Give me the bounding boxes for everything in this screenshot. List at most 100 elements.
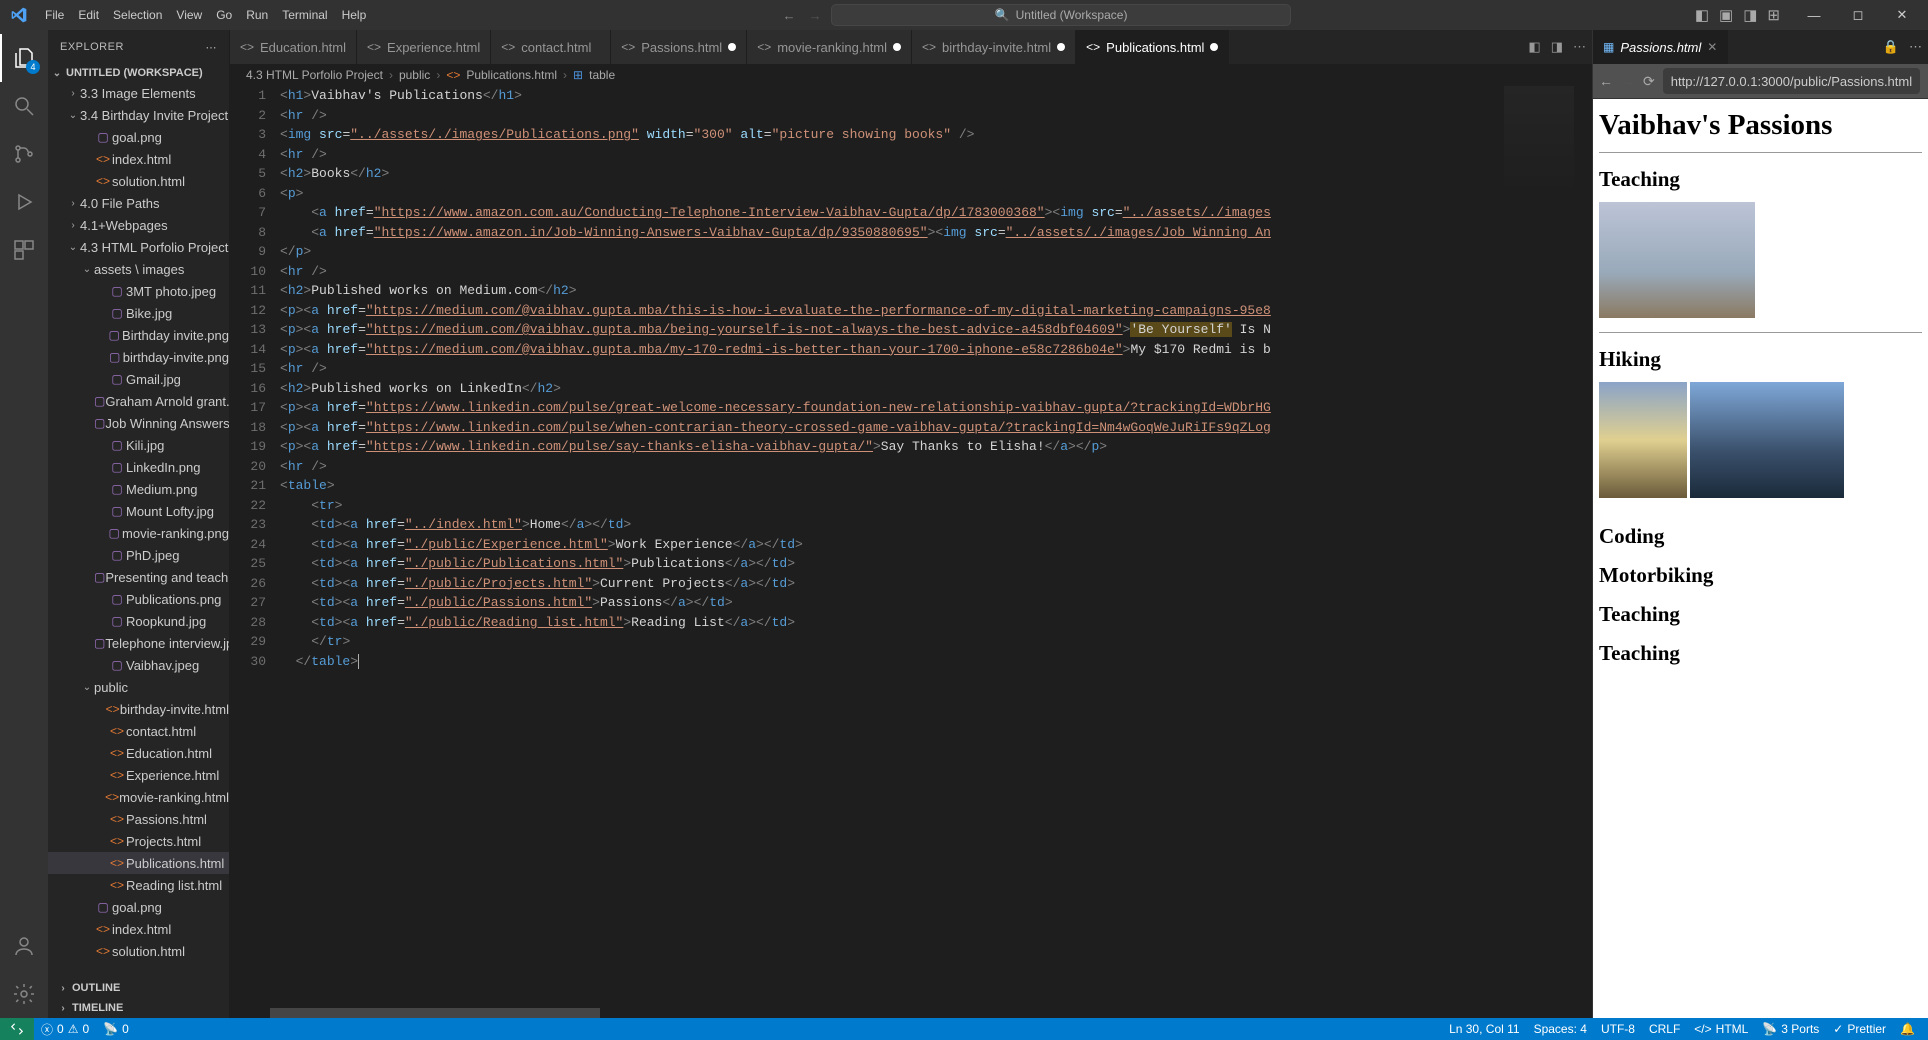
editor-tab[interactable]: <>Publications.html bbox=[1076, 30, 1229, 64]
preview-body[interactable]: Vaibhav's Passions Teaching Hiking Codin… bbox=[1593, 99, 1928, 1018]
file-item[interactable]: ▢Gmail.jpg bbox=[48, 368, 229, 390]
preview-more-icon[interactable]: ⋯ bbox=[1909, 39, 1922, 55]
window-close-icon[interactable]: ✕ bbox=[1880, 0, 1924, 30]
file-item[interactable]: <>movie-ranking.html bbox=[48, 786, 229, 808]
close-icon[interactable]: ✕ bbox=[1707, 40, 1717, 54]
eol-status[interactable]: CRLF bbox=[1642, 1022, 1687, 1036]
file-item[interactable]: ▢Graham Arnold grant.jpeg bbox=[48, 390, 229, 412]
file-item[interactable]: <>contact.html bbox=[48, 720, 229, 742]
file-item[interactable]: ▢Presenting and teaching.jpeg bbox=[48, 566, 229, 588]
file-item[interactable]: ▢Medium.png bbox=[48, 478, 229, 500]
toggle-panel-icon[interactable]: ◧ bbox=[1695, 6, 1709, 24]
indentation-status[interactable]: Spaces: 4 bbox=[1527, 1022, 1594, 1036]
editor-more-icon[interactable]: ⋯ bbox=[1573, 39, 1586, 55]
file-item[interactable]: <>Passions.html bbox=[48, 808, 229, 830]
file-item[interactable]: <>Experience.html bbox=[48, 764, 229, 786]
horizontal-scrollbar[interactable] bbox=[270, 1008, 1592, 1018]
file-item[interactable]: <>birthday-invite.html bbox=[48, 698, 229, 720]
outline-section[interactable]: ›OUTLINE bbox=[48, 978, 229, 998]
lock-icon[interactable]: 🔒 bbox=[1883, 39, 1899, 55]
timeline-section[interactable]: ›TIMELINE bbox=[48, 998, 229, 1018]
file-item[interactable]: ▢PhD.jpeg bbox=[48, 544, 229, 566]
file-item[interactable]: <>solution.html bbox=[48, 940, 229, 962]
command-center[interactable]: 🔍 Untitled (Workspace) bbox=[831, 4, 1291, 26]
folder-item[interactable]: ⌄public bbox=[48, 676, 229, 698]
customize-layout-icon[interactable]: ⊞ bbox=[1767, 6, 1780, 24]
language-status[interactable]: </> HTML bbox=[1687, 1022, 1755, 1036]
file-item[interactable]: ▢birthday-invite.png bbox=[48, 346, 229, 368]
file-item[interactable]: ▢movie-ranking.png bbox=[48, 522, 229, 544]
run-debug-icon[interactable] bbox=[0, 178, 48, 226]
notifications-bell-icon[interactable]: 🔔 bbox=[1893, 1022, 1922, 1036]
toggle-sidebar-icon[interactable]: ◨ bbox=[1743, 6, 1757, 24]
nav-back-icon[interactable]: ← bbox=[777, 3, 801, 27]
menu-go[interactable]: Go bbox=[209, 0, 239, 30]
file-item[interactable]: <>index.html bbox=[48, 148, 229, 170]
file-item[interactable]: ▢Mount Lofty.jpg bbox=[48, 500, 229, 522]
file-item[interactable]: ▢Job Winning Answers.jpeg bbox=[48, 412, 229, 434]
file-item[interactable]: ▢goal.png bbox=[48, 126, 229, 148]
window-minimize-icon[interactable]: — bbox=[1792, 0, 1836, 30]
preview-back-icon[interactable]: ← bbox=[1599, 73, 1613, 89]
folder-item[interactable]: ›4.1+Webpages bbox=[48, 214, 229, 236]
folder-item[interactable]: ›4.0 File Paths bbox=[48, 192, 229, 214]
editor-tab[interactable]: <>Passions.html bbox=[611, 30, 747, 64]
menu-edit[interactable]: Edit bbox=[71, 0, 106, 30]
file-item[interactable]: ▢Roopkund.jpg bbox=[48, 610, 229, 632]
file-item[interactable]: <>Projects.html bbox=[48, 830, 229, 852]
menu-file[interactable]: File bbox=[38, 0, 71, 30]
source-control-icon[interactable] bbox=[0, 130, 48, 178]
preview-url[interactable]: http://127.0.0.1:3000/public/Passions.ht… bbox=[1663, 68, 1920, 94]
cursor-position[interactable]: Ln 30, Col 11 bbox=[1442, 1022, 1527, 1036]
menu-terminal[interactable]: Terminal bbox=[275, 0, 334, 30]
ports-status[interactable]: 📡 3 Ports bbox=[1755, 1022, 1826, 1036]
remote-indicator-icon[interactable] bbox=[0, 1018, 34, 1040]
sidebar-more-icon[interactable]: ⋯ bbox=[206, 41, 218, 54]
folder-item[interactable]: ⌄3.4 Birthday Invite Project bbox=[48, 104, 229, 126]
folder-item[interactable]: ⌄assets \ images bbox=[48, 258, 229, 280]
file-item[interactable]: ▢Vaibhav.jpeg bbox=[48, 654, 229, 676]
file-item[interactable]: <>Education.html bbox=[48, 742, 229, 764]
file-item[interactable]: <>solution.html bbox=[48, 170, 229, 192]
search-activity-icon[interactable] bbox=[0, 82, 48, 130]
menu-selection[interactable]: Selection bbox=[106, 0, 169, 30]
editor-tab[interactable]: <>birthday-invite.html bbox=[912, 30, 1076, 64]
file-item[interactable]: ▢Bike.jpg bbox=[48, 302, 229, 324]
file-item[interactable]: <>Reading list.html bbox=[48, 874, 229, 896]
split-editor-left-icon[interactable]: ◧ bbox=[1528, 39, 1540, 55]
code-editor[interactable]: 1234567891011121314151617181920212223242… bbox=[230, 86, 1592, 1018]
file-item[interactable]: <>Publications.html bbox=[48, 852, 229, 874]
encoding-status[interactable]: UTF-8 bbox=[1594, 1022, 1642, 1036]
minimap[interactable] bbox=[1504, 86, 1574, 196]
split-editor-right-icon[interactable]: ◨ bbox=[1551, 39, 1563, 55]
file-item[interactable]: ▢3MT photo.jpeg bbox=[48, 280, 229, 302]
file-item[interactable]: <>index.html bbox=[48, 918, 229, 940]
editor-tab[interactable]: <>contact.html bbox=[491, 30, 611, 64]
file-item[interactable]: ▢Kili.jpg bbox=[48, 434, 229, 456]
file-item[interactable]: ▢Publications.png bbox=[48, 588, 229, 610]
ports-status-left[interactable]: 📡0 bbox=[96, 1022, 136, 1036]
problems-status[interactable]: ⓧ0 ⚠0 bbox=[34, 1021, 96, 1038]
workspace-header[interactable]: ⌄UNTITLED (WORKSPACE) bbox=[48, 64, 229, 82]
editor-tab[interactable]: <>Experience.html bbox=[357, 30, 491, 64]
editor-tab[interactable]: <>Education.html bbox=[230, 30, 357, 64]
folder-item[interactable]: ›3.3 Image Elements bbox=[48, 82, 229, 104]
preview-tab[interactable]: ▦ Passions.html ✕ bbox=[1593, 30, 1728, 64]
editor-tab[interactable]: <>movie-ranking.html bbox=[747, 30, 912, 64]
file-item[interactable]: ▢Telephone interview.jpg bbox=[48, 632, 229, 654]
menu-help[interactable]: Help bbox=[335, 0, 374, 30]
explorer-icon[interactable]: 4 bbox=[0, 34, 48, 82]
menu-view[interactable]: View bbox=[169, 0, 209, 30]
accounts-icon[interactable] bbox=[0, 922, 48, 970]
preview-reload-icon[interactable]: ⟳ bbox=[1643, 73, 1655, 90]
settings-gear-icon[interactable] bbox=[0, 970, 48, 1018]
folder-item[interactable]: ⌄4.3 HTML Porfolio Project bbox=[48, 236, 229, 258]
extensions-icon[interactable] bbox=[0, 226, 48, 274]
nav-forward-icon[interactable]: → bbox=[803, 3, 827, 27]
menu-run[interactable]: Run bbox=[239, 0, 275, 30]
file-item[interactable]: ▢LinkedIn.png bbox=[48, 456, 229, 478]
window-maximize-icon[interactable]: ◻ bbox=[1836, 0, 1880, 30]
toggle-bottom-icon[interactable]: ▣ bbox=[1719, 6, 1733, 24]
breadcrumb[interactable]: 4.3 HTML Porfolio Project› public› <>Pub… bbox=[230, 64, 1592, 86]
file-item[interactable]: ▢Birthday invite.png bbox=[48, 324, 229, 346]
